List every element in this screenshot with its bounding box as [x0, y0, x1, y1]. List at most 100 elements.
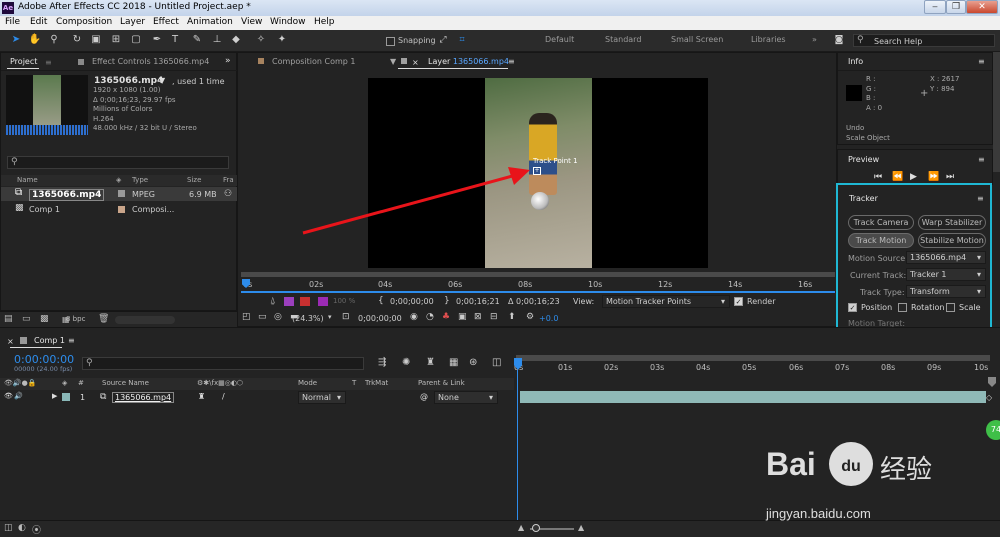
- quality-switch-icon[interactable]: /: [222, 392, 225, 401]
- motion-blur-icon[interactable]: ⊛: [469, 357, 477, 368]
- preview-title[interactable]: Preview: [848, 155, 879, 164]
- chevron-down-icon[interactable]: ▾: [328, 313, 332, 321]
- pen-tool-icon[interactable]: ✒: [150, 33, 164, 47]
- menu-edit[interactable]: Edit: [30, 17, 47, 27]
- 3d-view-icon[interactable]: ⊟: [490, 312, 498, 322]
- snap-feature-icon[interactable]: ⌗: [455, 33, 469, 47]
- warp-stabilizer-button[interactable]: Warp Stabilizer: [918, 215, 986, 230]
- rotation-checkbox[interactable]: [898, 303, 907, 312]
- footage-dropdown-icon[interactable]: ▼: [159, 76, 165, 85]
- vr-icon[interactable]: ◎: [274, 312, 282, 322]
- visibility-icon[interactable]: 👁: [4, 392, 13, 400]
- tab-menu-icon[interactable]: ≡: [508, 57, 515, 66]
- out-point-icon[interactable]: }: [444, 296, 450, 306]
- column-name[interactable]: Name: [17, 176, 38, 184]
- project-row-footage[interactable]: ⧉ 1365066.mp4 MPEG 6.9 MB ⚇: [1, 187, 238, 201]
- sync-icon[interactable]: ◙: [832, 33, 846, 47]
- layer-switches-icon[interactable]: ◫: [4, 523, 13, 533]
- parent-select[interactable]: None ▾: [434, 391, 498, 404]
- eraser-tool-icon[interactable]: ◆: [229, 33, 243, 47]
- close-button[interactable]: ✕: [966, 0, 998, 14]
- zoom-level[interactable]: (24.3%): [292, 314, 324, 323]
- roto-brush-tool-icon[interactable]: ✧: [254, 33, 268, 47]
- next-frame-icon[interactable]: ⏩: [928, 172, 939, 182]
- play-icon[interactable]: ▶: [910, 172, 917, 182]
- type-tool-icon[interactable]: T: [168, 33, 182, 47]
- layer-name[interactable]: 1365066.mp4: [112, 392, 175, 403]
- expand-layer-icon[interactable]: ▶: [52, 392, 57, 400]
- label-color-swatch[interactable]: [118, 190, 125, 197]
- scale-checkbox[interactable]: [946, 303, 955, 312]
- region-of-interest-icon[interactable]: ▣: [458, 312, 467, 322]
- selection-tool-icon[interactable]: ➤: [9, 33, 23, 47]
- effects-toggle-icon[interactable]: [300, 297, 310, 306]
- tab-layer[interactable]: Layer 1365066.mp4: [428, 57, 509, 66]
- timeline-time-ruler[interactable]: 0s 01s 02s 03s 04s 05s 06s 07s 08s 09s 1…: [514, 361, 994, 375]
- draft-3d-icon[interactable]: ✺: [402, 357, 410, 368]
- track-camera-button[interactable]: Track Camera: [848, 215, 914, 230]
- exposure-value[interactable]: +0.0: [539, 314, 558, 323]
- layer-duration-track[interactable]: [520, 391, 986, 403]
- render-checkbox[interactable]: ✓: [734, 297, 743, 306]
- column-source-name[interactable]: Source Name: [102, 379, 149, 387]
- motion-source-select[interactable]: 1365066.mp4 ▾: [906, 251, 986, 264]
- reset-exposure-icon[interactable]: ⬆: [508, 312, 516, 322]
- frame-blending-icon[interactable]: ▦: [449, 357, 458, 368]
- column-frame-rate[interactable]: Fra: [223, 176, 234, 184]
- menu-view[interactable]: View: [241, 17, 262, 27]
- tracker-menu-icon[interactable]: ≡: [977, 194, 984, 203]
- anchor-icon[interactable]: ⍙: [270, 296, 275, 306]
- column-t[interactable]: T: [352, 379, 356, 387]
- menu-layer[interactable]: Layer: [120, 17, 145, 27]
- first-frame-icon[interactable]: ⏮: [874, 172, 882, 182]
- brush-tool-icon[interactable]: ✎: [190, 33, 204, 47]
- restore-button[interactable]: ❒: [946, 0, 966, 14]
- stabilize-motion-button[interactable]: Stabilize Motion: [918, 233, 986, 248]
- bpc-label[interactable]: 8 bpc: [66, 315, 85, 323]
- hand-tool-icon[interactable]: ✋: [28, 33, 42, 47]
- current-time[interactable]: 0;00;00;00: [358, 314, 402, 323]
- info-title[interactable]: Info: [848, 57, 863, 66]
- layer-out-icon[interactable]: ◇: [986, 393, 992, 402]
- last-frame-icon[interactable]: ⏭: [946, 172, 954, 182]
- clone-stamp-tool-icon[interactable]: ⊥: [210, 33, 224, 47]
- rectangle-tool-icon[interactable]: ▢: [129, 33, 143, 47]
- track-type-select[interactable]: Transform ▾: [906, 285, 986, 298]
- pan-behind-tool-icon[interactable]: ⊞: [109, 33, 123, 47]
- workspace-overflow-icon[interactable]: »: [812, 35, 817, 44]
- comp-flowchart-icon[interactable]: ⇶: [378, 357, 386, 368]
- blend-mode-select[interactable]: Normal ▾: [298, 391, 346, 404]
- workspace-standard[interactable]: Standard: [605, 35, 641, 44]
- tab-effect-controls[interactable]: Effect Controls 1365066.mp4: [92, 57, 209, 66]
- thumbnail-size-slider[interactable]: [115, 316, 175, 324]
- close-tab-icon[interactable]: ×: [7, 337, 14, 346]
- snapping-checkbox[interactable]: [386, 37, 395, 46]
- new-comp-icon[interactable]: ▩: [40, 314, 49, 324]
- zoom-in-icon[interactable]: ▲: [578, 523, 584, 532]
- pick-whip-icon[interactable]: @: [420, 392, 428, 401]
- layer-work-area-bar[interactable]: [241, 272, 835, 277]
- label-column-icon[interactable]: ◈: [62, 379, 67, 387]
- tracker-title[interactable]: Tracker: [849, 194, 878, 203]
- workspace-default[interactable]: Default: [545, 35, 574, 44]
- work-area-end-icon[interactable]: [988, 377, 996, 387]
- timeline-tab[interactable]: Comp 1: [34, 336, 65, 345]
- column-parent[interactable]: Parent & Link: [418, 379, 465, 387]
- safe-margins-icon[interactable]: ⊡: [342, 312, 350, 322]
- camera-tool-icon[interactable]: ▣: [89, 33, 103, 47]
- transfer-controls-icon[interactable]: ◐: [18, 523, 26, 533]
- zoom-tool-icon[interactable]: ⚲: [47, 33, 61, 47]
- rotate-tool-icon[interactable]: ↻: [70, 33, 84, 47]
- in-out-icon[interactable]: ⦿: [32, 523, 41, 536]
- menu-effect[interactable]: Effect: [153, 17, 179, 27]
- monitor-icon[interactable]: ▭: [258, 312, 267, 322]
- in-time[interactable]: 0;00;00;00: [390, 297, 434, 306]
- trash-icon[interactable]: 🗑: [98, 314, 109, 324]
- tab-menu-icon[interactable]: ≡: [45, 58, 52, 67]
- menu-window[interactable]: Window: [270, 17, 306, 27]
- graph-editor-icon[interactable]: ◫: [492, 357, 501, 368]
- label-color-swatch[interactable]: [118, 206, 125, 213]
- flowchart-icon[interactable]: ⚇: [224, 189, 232, 199]
- av-features-icons[interactable]: 👁🔊●🔒: [4, 379, 36, 387]
- close-tab-icon[interactable]: ×: [412, 58, 419, 67]
